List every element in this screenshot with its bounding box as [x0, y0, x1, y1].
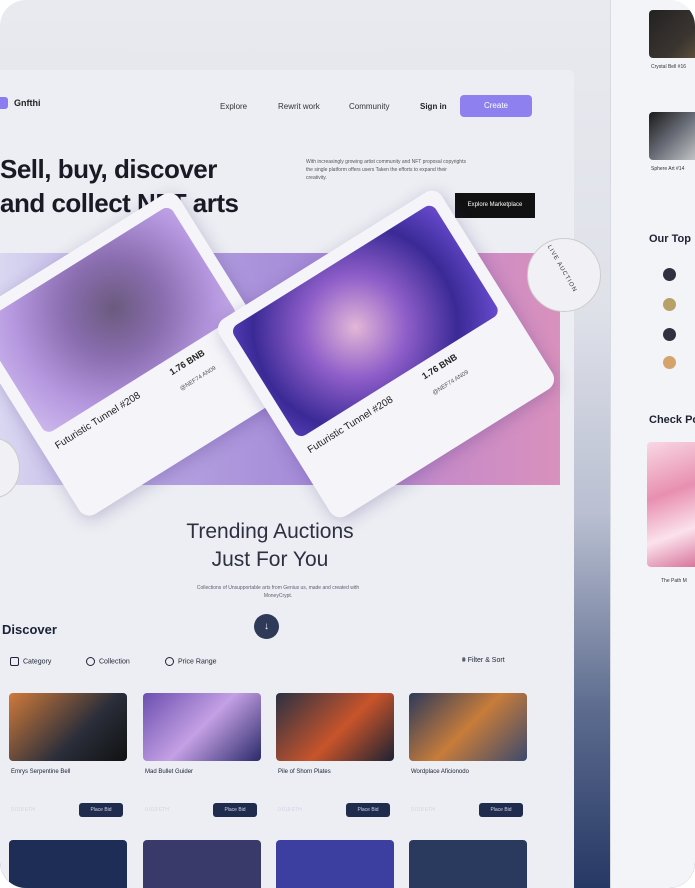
panel-item-title: Sphere Art #14	[651, 166, 685, 172]
nft-image	[143, 693, 261, 761]
hero-title-line: and collect NFT arts	[0, 188, 239, 218]
nft-price: 0.019 ETH	[145, 807, 169, 813]
nft-thumbnail[interactable]	[649, 10, 695, 58]
nft-thumbnail[interactable]	[649, 112, 695, 160]
scroll-down-button[interactable]: ↓	[254, 614, 279, 639]
avatar[interactable]	[663, 298, 676, 311]
filter-sort-button[interactable]: ⩩ Filter & Sort	[462, 657, 505, 665]
discover-card[interactable]: Mad Bullet Guider 0.019 ETH Place Bid	[143, 693, 261, 843]
nav-link-work[interactable]: Rewrit work	[278, 102, 320, 111]
brand-name[interactable]: Gnfthi	[14, 98, 41, 108]
nft-image[interactable]	[276, 840, 394, 888]
top-navigation: Gnfthi Explore Rewrit work Community Sig…	[0, 70, 574, 117]
trending-heading: Trending Auctions Just For You	[160, 518, 380, 574]
nft-image[interactable]	[409, 840, 527, 888]
discover-title: Discover	[2, 622, 57, 637]
avatar[interactable]	[663, 268, 676, 281]
hero-subtitle: With increasingly growing artist communi…	[306, 159, 466, 181]
nav-link-community[interactable]: Community	[349, 102, 389, 111]
filter-label: Filter & Sort	[467, 657, 505, 664]
screenshot-frame: Crystal Bell #16 Sphere Art #14 Our Top …	[0, 0, 695, 888]
trending-heading-line: Trending Auctions	[186, 520, 354, 543]
logo-icon[interactable]	[0, 97, 8, 109]
featured-artwork[interactable]	[647, 442, 695, 567]
nft-image[interactable]	[143, 840, 261, 888]
panel-item-title: Crystal Bell #16	[651, 64, 687, 70]
signin-link[interactable]: Sign in	[420, 102, 447, 111]
filter-label: Category	[23, 658, 52, 666]
filter-label: Price Range	[178, 658, 217, 666]
secondary-page-panel: Crystal Bell #16 Sphere Art #14 Our Top …	[610, 0, 695, 888]
nft-name: Pile of Shorn Plates	[278, 769, 331, 775]
discover-card[interactable]: Wordplace Aficionodo 0.019 ETH Place Bid	[409, 693, 527, 843]
place-bid-button[interactable]: Place Bid	[479, 803, 523, 817]
explore-marketplace-button[interactable]: Explore Marketplace	[455, 193, 535, 218]
filter-category[interactable]: Category	[10, 657, 51, 666]
nft-image	[409, 693, 527, 761]
place-bid-button[interactable]: Place Bid	[213, 803, 257, 817]
panel-footer-text: The Path M	[661, 578, 687, 584]
create-button[interactable]: Create	[460, 95, 532, 117]
nft-name: Emrys Serpentine Bell	[11, 769, 71, 775]
panel-heading: Our Top	[649, 233, 691, 245]
trending-heading-line: Just For You	[211, 548, 329, 571]
price-icon	[165, 657, 174, 666]
nft-price: 0.019 ETH	[411, 807, 435, 813]
discover-card[interactable]: Emrys Serpentine Bell 0.019 ETH Place Bi…	[9, 693, 127, 843]
trending-subtitle: Collections of Unsupportable arts from G…	[196, 585, 360, 599]
nft-price: 0.019 ETH	[278, 807, 302, 813]
filter-collection[interactable]: Collection	[86, 657, 130, 666]
filter-label: Collection	[99, 658, 130, 666]
discover-card[interactable]: Pile of Shorn Plates 0.019 ETH Place Bid	[276, 693, 394, 843]
arrow-down-icon: ↓	[264, 621, 269, 632]
nft-image	[9, 693, 127, 761]
nft-image	[276, 693, 394, 761]
panel-heading: Check Po	[649, 414, 695, 426]
avatar[interactable]	[663, 328, 676, 341]
nft-name: Mad Bullet Guider	[145, 769, 194, 775]
hero-title: Sell, buy, discover and collect NFT arts	[0, 152, 239, 220]
place-bid-button[interactable]: Place Bid	[346, 803, 390, 817]
nft-name: Wordplace Aficionodo	[411, 769, 469, 775]
nav-link-explore[interactable]: Explore	[220, 102, 247, 111]
place-bid-button[interactable]: Place Bid	[79, 803, 123, 817]
avatar[interactable]	[663, 356, 676, 369]
collection-icon	[86, 657, 95, 666]
filter-price-range[interactable]: Price Range	[165, 657, 217, 666]
hero-title-line: Sell, buy, discover	[0, 154, 217, 184]
nft-price: 0.019 ETH	[11, 807, 35, 813]
nft-image[interactable]	[9, 840, 127, 888]
grid-icon	[10, 657, 19, 666]
